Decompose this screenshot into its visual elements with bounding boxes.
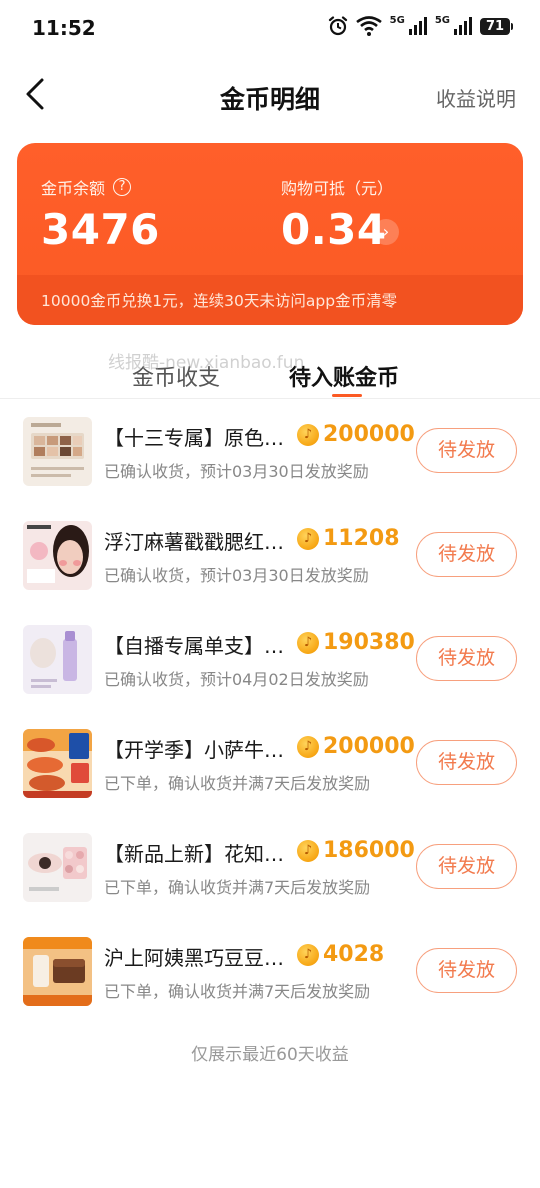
- pending-button[interactable]: 待发放: [416, 636, 517, 681]
- product-thumbnail: [23, 729, 92, 798]
- item-title: 【十三专属】原色…: [104, 426, 284, 450]
- item-status-text: 已下单，确认收货并满7天后发放奖励: [104, 878, 371, 897]
- product-thumbnail: [23, 521, 92, 590]
- deductible-value[interactable]: 0.34: [281, 205, 387, 254]
- foundation-bottle-image: [23, 625, 92, 694]
- coin-amount: ♪ 200000: [297, 422, 415, 447]
- alarm-icon: [328, 16, 347, 36]
- list-item[interactable]: 【开学季】小萨牛… ♪ 200000 已下单，确认收货并满7天后发放奖励 待发放: [0, 720, 540, 824]
- list-item[interactable]: 浮汀麻薯戳戳腮红… ♪ 11208 已确认收货，预计03月30日发放奖励 待发放: [0, 512, 540, 616]
- coin-value: 11208: [323, 526, 400, 551]
- question-icon[interactable]: ?: [113, 178, 132, 196]
- coin-value: 200000: [323, 734, 415, 759]
- blush-model-image: [23, 521, 92, 590]
- network-2-label: 5G: [434, 14, 450, 26]
- pending-button[interactable]: 待发放: [416, 948, 517, 993]
- coin-value: 190380: [323, 630, 415, 655]
- status-bar: 11:52 5G 5G 71: [0, 0, 540, 58]
- coin-icon: ♪: [297, 735, 319, 758]
- product-thumbnail: [23, 417, 92, 486]
- coin-icon: ♪: [297, 943, 319, 966]
- income-explanation-link[interactable]: 收益说明: [436, 83, 516, 112]
- deductible-label: 购物可抵（元）: [281, 179, 394, 198]
- eyeshadow-palette-image: [23, 417, 92, 486]
- item-status-text: 已确认收货，预计04月02日发放奖励: [104, 670, 369, 689]
- list-item[interactable]: 沪上阿姨黑巧豆豆… ♪ 4028 已下单，确认收货并满7天后发放奖励 待发放: [0, 928, 540, 1032]
- tab-active-indicator: [332, 394, 362, 397]
- coin-balance-label: 金币余额: [41, 179, 106, 198]
- coin-amount: ♪ 190380: [297, 630, 415, 655]
- status-icons: 5G 5G 71: [328, 14, 513, 36]
- coin-value: 200000: [323, 422, 415, 447]
- signal-icon-2: [454, 17, 472, 35]
- coin-amount: ♪ 186000: [297, 838, 415, 863]
- signal-icon: [408, 17, 427, 35]
- item-status-text: 已下单，确认收货并满7天后发放奖励: [104, 982, 371, 1001]
- eye-makeup-palette-image: [23, 833, 92, 902]
- item-status-text: 已确认收货，预计03月30日发放奖励: [104, 462, 369, 481]
- list-item[interactable]: 【新品上新】花知… ♪ 186000 已下单，确认收货并满7天后发放奖励 待发放: [0, 824, 540, 928]
- coin-icon: ♪: [297, 527, 319, 550]
- item-status-text: 已确认收货，预计03月30日发放奖励: [104, 566, 369, 585]
- watermark: 线报酷-new.xianbao.fun: [108, 353, 305, 373]
- item-status-text: 已下单，确认收货并满7天后发放奖励: [104, 774, 371, 793]
- pending-button[interactable]: 待发放: [416, 428, 517, 473]
- coin-amount: ♪ 200000: [297, 734, 415, 759]
- pending-button[interactable]: 待发放: [416, 740, 517, 785]
- list-item[interactable]: 【十三专属】原色… ♪ 200000 已确认收货，预计03月30日发放奖励 待发…: [0, 408, 540, 512]
- coin-icon: ♪: [297, 839, 319, 862]
- network-1-label: 5G: [389, 14, 405, 26]
- chevron-right-icon[interactable]: ›: [373, 219, 399, 245]
- status-time: 11:52: [32, 16, 96, 40]
- item-title: 【新品上新】花知…: [104, 842, 284, 866]
- pending-button[interactable]: 待发放: [416, 532, 517, 577]
- tab-pending-coins[interactable]: 待入账金币: [289, 360, 399, 392]
- coin-amount: ♪ 11208: [297, 526, 400, 551]
- coin-amount: ♪ 4028: [297, 942, 384, 967]
- item-title: 【自播专属单支】…: [104, 634, 284, 658]
- item-title: 沪上阿姨黑巧豆豆…: [104, 946, 284, 970]
- pizza-product-image: [23, 729, 92, 798]
- exchange-rule-note: 10000金币兑换1元，连续30天未访问app金币清零: [41, 292, 398, 310]
- product-thumbnail: [23, 937, 92, 1006]
- list-item[interactable]: 【自播专属单支】… ♪ 190380 已确认收货，预计04月02日发放奖励 待发…: [0, 616, 540, 720]
- coin-value: 4028: [323, 942, 385, 967]
- coin-icon: ♪: [297, 631, 319, 654]
- product-thumbnail: [23, 625, 92, 694]
- product-thumbnail: [23, 833, 92, 902]
- item-title: 【开学季】小萨牛…: [104, 738, 284, 762]
- header: 金币明细 收益说明: [0, 62, 540, 128]
- divider: [0, 398, 540, 399]
- wifi-icon: [355, 16, 382, 36]
- pending-button[interactable]: 待发放: [416, 844, 517, 889]
- balance-card: 金币余额 ? 3476 购物可抵（元） 0.34 › 10000金币兑换1元，连…: [17, 143, 523, 325]
- coin-value: 186000: [323, 838, 415, 863]
- coin-balance-value: 3476: [41, 205, 160, 254]
- battery-icon: 71: [480, 17, 513, 35]
- footer-note: 仅展示最近60天收益: [191, 1045, 349, 1065]
- coin-balance-label-group: 金币余额 ?: [41, 175, 132, 199]
- coin-icon: ♪: [297, 423, 319, 446]
- item-title: 浮汀麻薯戳戳腮红…: [104, 530, 284, 554]
- chocolate-drink-image: [23, 937, 92, 1006]
